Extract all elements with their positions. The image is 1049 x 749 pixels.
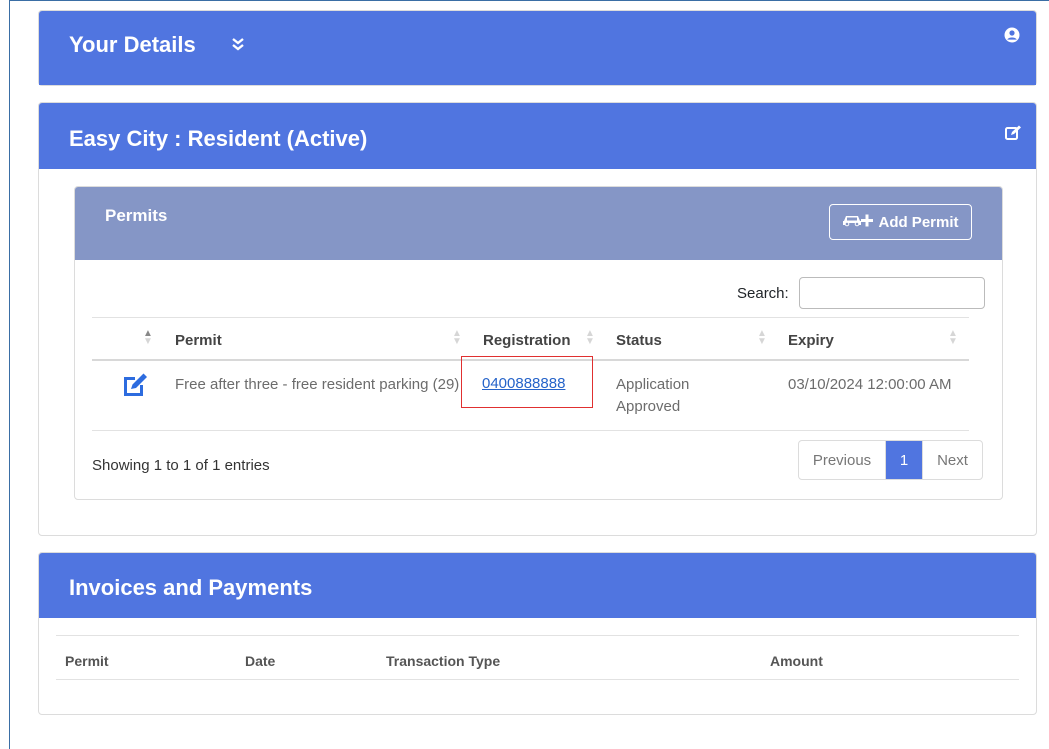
invoices-card: Invoices and Payments Permit Date Transa… [38,552,1037,715]
your-details-card: Your Details [38,10,1037,86]
table-row-divider [92,430,969,431]
registration-link[interactable]: 0400888888 [482,375,565,392]
account-title: Easy City : Resident (Active) [69,126,368,151]
account-header: Easy City : Resident (Active) [39,103,1036,169]
sort-icon-registration: ▲ ▼ [585,328,595,347]
permits-header: Permits Add Permit [75,187,1002,260]
cell-permit: Free after three - free resident parking… [175,376,460,393]
page-1-button[interactable]: 1 [886,441,922,479]
your-details-title: Your Details [69,32,196,57]
column-header-registration[interactable]: Registration [483,332,571,349]
car-plus-icon [842,212,874,232]
invoices-column-transaction-type: Transaction Type [386,653,501,669]
cell-status: Application Approved [616,376,690,415]
showing-entries-text: Showing 1 to 1 of 1 entries [92,457,270,474]
pagination: Previous 1 Next [798,440,983,480]
account-card: Easy City : Resident (Active) Permits Ad… [38,102,1037,536]
column-header-expiry[interactable]: Expiry [788,332,834,349]
sort-icon-permit-right: ▲ ▼ [452,328,462,347]
table-top-divider [92,317,969,318]
double-chevron-down-icon[interactable] [232,37,244,55]
invoices-column-date: Date [245,653,276,669]
permits-panel: Permits Add Permit Search: ▲ ▼ Permit ▲ ▼ … [74,186,1003,500]
search-input[interactable] [799,277,985,309]
invoices-column-permit: Permit [65,653,109,669]
sort-icon-expiry: ▲ ▼ [948,328,958,347]
user-circle-icon[interactable] [1004,27,1020,48]
edit-icon[interactable] [1005,125,1022,146]
sort-icon-status: ▲ ▼ [757,328,767,347]
invoices-bottom-divider [56,679,1019,680]
page-top-border [9,0,1049,1]
page-left-border [9,0,10,749]
add-permit-button[interactable]: Add Permit [829,204,972,240]
permits-title: Permits [105,206,168,225]
cell-expiry: 03/10/2024 12:00:00 AM [788,376,952,393]
invoices-title: Invoices and Payments [69,575,313,600]
previous-page-button[interactable]: Previous [799,441,886,479]
next-page-button[interactable]: Next [922,441,982,479]
column-header-status[interactable]: Status [616,332,662,349]
your-details-header[interactable]: Your Details [39,11,1036,85]
search-label: Search: [737,285,789,302]
sort-icon-permit[interactable]: ▲ ▼ [143,329,153,347]
invoices-column-amount: Amount [770,653,823,669]
registration-highlight-box: 0400888888 [461,356,593,408]
column-header-permit[interactable]: Permit [175,332,222,349]
edit-permit-icon[interactable] [121,371,149,404]
invoices-header: Invoices and Payments [39,553,1036,618]
add-permit-label: Add Permit [878,213,959,231]
invoices-top-divider [56,635,1019,636]
